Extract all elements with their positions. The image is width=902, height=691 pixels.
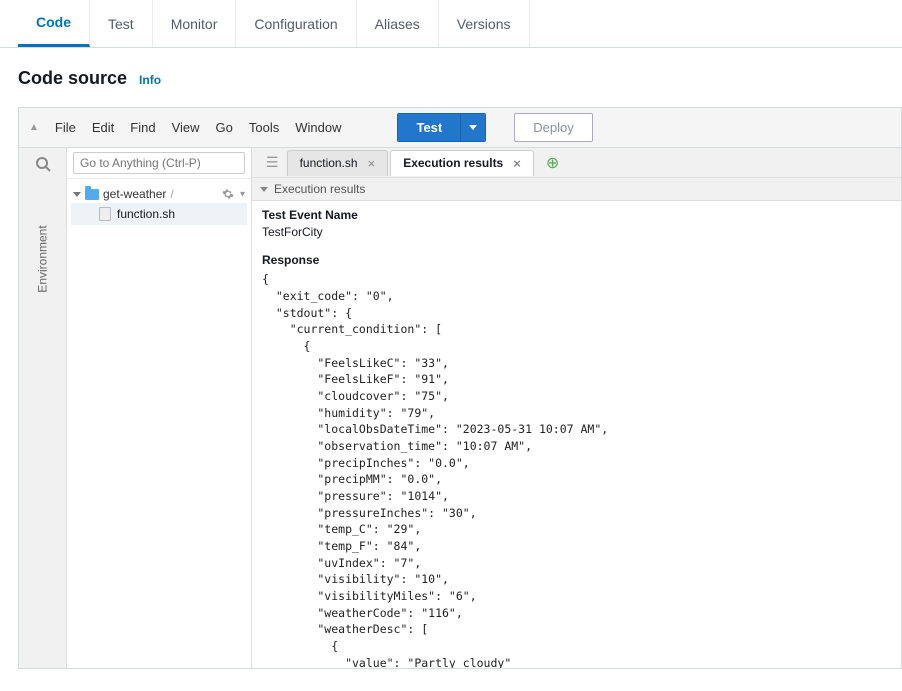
folder-icon xyxy=(85,189,99,200)
tree-file-function[interactable]: function.sh xyxy=(71,203,247,225)
file-panel: get-weather / ▾ function.sh xyxy=(67,148,252,668)
editor-tab-results[interactable]: Execution results × xyxy=(390,150,534,176)
file-tree: get-weather / ▾ function.sh xyxy=(67,179,251,231)
top-tabs: Code Test Monitor Configuration Aliases … xyxy=(0,0,902,48)
add-tab-icon[interactable]: ⊕ xyxy=(536,153,569,173)
editor-area: ☰ function.sh × Execution results × ⊕ Ex… xyxy=(252,148,901,668)
results-panel-title: Execution results xyxy=(274,182,365,196)
test-button[interactable]: Test xyxy=(398,114,460,141)
menu-find[interactable]: Find xyxy=(130,120,155,135)
gear-icon[interactable] xyxy=(222,188,234,200)
sidebar-rail: Environment xyxy=(19,148,67,668)
go-to-anything-input[interactable] xyxy=(73,152,245,174)
collapse-icon[interactable]: ▲ xyxy=(29,122,39,133)
ide-panel: ▲ File Edit Find View Go Tools Window Te… xyxy=(18,107,902,669)
execution-output: Test Event Name TestForCity Response { "… xyxy=(252,201,901,668)
test-event-name-value: TestForCity xyxy=(262,224,891,241)
editor-tab-results-label: Execution results xyxy=(403,156,503,170)
tab-monitor[interactable]: Monitor xyxy=(153,0,237,47)
menu-edit[interactable]: Edit xyxy=(92,120,114,135)
menu-window[interactable]: Window xyxy=(295,120,341,135)
tree-menu-caret-icon[interactable]: ▾ xyxy=(238,189,245,200)
test-button-group: Test xyxy=(397,113,486,142)
menu-go[interactable]: Go xyxy=(216,120,233,135)
caret-down-icon xyxy=(73,192,81,197)
editor-tabs: ☰ function.sh × Execution results × ⊕ xyxy=(252,148,901,178)
chevron-down-icon xyxy=(469,125,477,130)
close-icon[interactable]: × xyxy=(513,156,521,171)
info-link[interactable]: Info xyxy=(139,73,161,87)
editor-tab-file-label: function.sh xyxy=(300,156,358,170)
tree-folder-label: get-weather xyxy=(103,187,166,201)
tree-folder-root[interactable]: get-weather / ▾ xyxy=(71,185,247,203)
section-header: Code source Info xyxy=(18,68,902,89)
response-body: { "exit_code": "0", "stdout": { "current… xyxy=(262,271,891,668)
file-search xyxy=(67,148,251,179)
menu-view[interactable]: View xyxy=(172,120,200,135)
search-icon[interactable] xyxy=(35,156,51,172)
environment-rail-label[interactable]: Environment xyxy=(36,225,50,292)
test-dropdown-button[interactable] xyxy=(460,114,485,141)
tab-test[interactable]: Test xyxy=(90,0,153,47)
tab-aliases[interactable]: Aliases xyxy=(357,0,439,47)
tab-versions[interactable]: Versions xyxy=(439,0,530,47)
tab-configuration[interactable]: Configuration xyxy=(236,0,356,47)
tab-list-icon[interactable]: ☰ xyxy=(258,154,287,171)
results-panel-header[interactable]: Execution results xyxy=(252,178,901,201)
caret-down-icon xyxy=(260,187,268,192)
test-event-name-label: Test Event Name xyxy=(262,207,891,224)
menu-file[interactable]: File xyxy=(55,120,76,135)
menubar: ▲ File Edit Find View Go Tools Window Te… xyxy=(19,108,901,148)
tree-file-label: function.sh xyxy=(117,207,175,221)
file-icon xyxy=(99,207,111,221)
response-label: Response xyxy=(262,252,891,269)
page-title: Code source xyxy=(18,68,127,89)
deploy-button[interactable]: Deploy xyxy=(514,113,592,142)
tab-code[interactable]: Code xyxy=(18,0,90,47)
menu-tools[interactable]: Tools xyxy=(249,120,279,135)
editor-tab-file[interactable]: function.sh × xyxy=(287,150,389,176)
close-icon[interactable]: × xyxy=(368,156,376,171)
tree-folder-separator: / xyxy=(170,187,173,201)
